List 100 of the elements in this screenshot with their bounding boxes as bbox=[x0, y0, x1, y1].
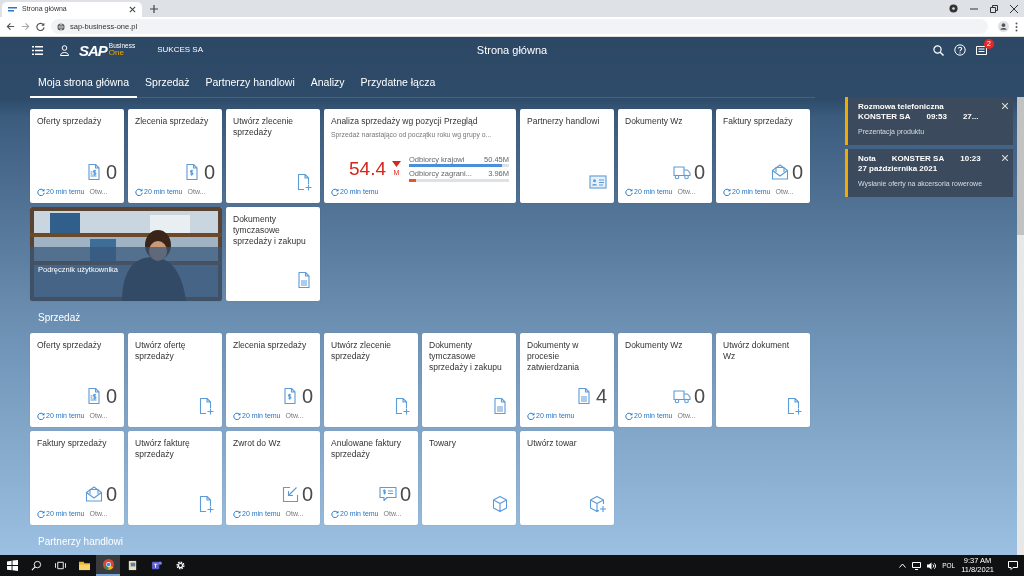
close-button[interactable] bbox=[1002, 153, 1008, 162]
tile-title: Zwrot do Wz bbox=[233, 438, 282, 450]
tile-count: 4 bbox=[595, 385, 607, 406]
new-tab-icon[interactable] bbox=[150, 5, 158, 13]
back-icon[interactable] bbox=[6, 22, 15, 31]
notification-center-icon[interactable] bbox=[1008, 561, 1018, 570]
page-icon bbox=[8, 6, 17, 13]
tile-title: Faktury sprzedaży bbox=[37, 438, 108, 450]
notification-date: 27 października 2021 bbox=[858, 164, 938, 175]
menu-icon[interactable] bbox=[32, 45, 43, 55]
refresh-icon bbox=[37, 509, 45, 518]
close-icon bbox=[1002, 154, 1008, 161]
notification-time: 10:23 bbox=[960, 154, 981, 165]
refresh-icon bbox=[37, 411, 45, 420]
tile-title: Anulowane faktury sprzedaży bbox=[331, 438, 402, 461]
tile[interactable]: Partnerzy handlowi bbox=[520, 109, 614, 203]
tile-count: 0 bbox=[791, 161, 803, 182]
settings-icon[interactable] bbox=[174, 560, 186, 571]
nav-tab[interactable]: Partnerzy handlowi bbox=[197, 69, 303, 98]
tile[interactable]: Utwórz towar bbox=[520, 431, 614, 525]
id-card-icon bbox=[589, 173, 607, 191]
tile-count: 0 bbox=[105, 385, 117, 406]
section-title: Partnerzy handlowi bbox=[38, 536, 125, 548]
refresh-icon bbox=[233, 411, 241, 420]
reload-icon[interactable] bbox=[36, 22, 45, 31]
refresh-icon bbox=[37, 187, 45, 196]
help-icon[interactable] bbox=[954, 44, 966, 56]
tile-title: Analiza sprzedaży wg pozycji Przegląd bbox=[331, 116, 479, 128]
refresh-icon bbox=[331, 509, 339, 518]
tile-title: Oferty sprzedaży bbox=[37, 340, 103, 352]
tile-title: Utwórz zlecenie sprzedaży bbox=[233, 116, 294, 139]
chevron-up-icon[interactable] bbox=[899, 563, 907, 568]
tile-title: Dokumenty Wz bbox=[625, 340, 684, 352]
document-icon bbox=[295, 271, 313, 289]
tile-count: 0 bbox=[693, 161, 705, 182]
search-icon[interactable] bbox=[30, 560, 42, 571]
notification-company: KONSTER SA bbox=[858, 112, 911, 123]
tile[interactable]: Dokumenty tymczasowe sprzedaży i zakupu bbox=[422, 333, 516, 427]
notification-company: KONSTER SA bbox=[891, 154, 945, 165]
profile-icon[interactable] bbox=[998, 21, 1009, 32]
record-icon[interactable] bbox=[949, 4, 958, 13]
nav-tab[interactable]: Sprzedaż bbox=[137, 69, 198, 98]
windows-icon[interactable] bbox=[6, 560, 18, 571]
tile-title: Oferty sprzedaży bbox=[37, 116, 103, 128]
tile-count: 0 bbox=[203, 161, 215, 182]
tile-title: Utwórz dokument Wz bbox=[723, 340, 791, 363]
tile[interactable]: Utwórz zlecenie sprzedaży bbox=[324, 333, 418, 427]
tile-title: Zlecenia sprzedaży bbox=[233, 340, 308, 352]
tile-title: Dokumenty tymczasowe sprzedaży i zakupu bbox=[233, 214, 307, 248]
tile[interactable]: Towary bbox=[422, 431, 516, 525]
user-icon[interactable] bbox=[60, 44, 69, 56]
document-icon[interactable] bbox=[126, 560, 138, 571]
tile-title: Zlecenia sprzedaży bbox=[135, 116, 210, 128]
notification-title: Nota bbox=[858, 154, 876, 165]
tile[interactable]: Dokumenty tymczasowe sprzedaży i zakupu bbox=[226, 207, 320, 301]
globe-icon bbox=[57, 22, 65, 31]
notification-title: Rozmowa telefoniczna bbox=[858, 102, 944, 113]
tile-count: 0 bbox=[399, 483, 411, 504]
folder-icon[interactable] bbox=[78, 560, 90, 571]
search-icon[interactable] bbox=[933, 44, 944, 56]
cube-plus-icon bbox=[589, 495, 607, 513]
tile-title: Utwórz towar bbox=[527, 438, 578, 450]
tile[interactable]: Utwórz zlecenie sprzedaży bbox=[226, 109, 320, 203]
notifications-icon bbox=[976, 45, 987, 55]
nav-tab[interactable]: Analizy bbox=[302, 69, 353, 98]
chat-app-icon[interactable] bbox=[150, 560, 162, 571]
close-icon[interactable] bbox=[1010, 4, 1018, 13]
nav-tab[interactable]: Moja strona główna bbox=[30, 69, 138, 98]
refresh-icon bbox=[527, 411, 535, 420]
network-icon[interactable] bbox=[912, 561, 922, 570]
task-view-icon[interactable] bbox=[54, 560, 66, 571]
close-button[interactable] bbox=[1002, 101, 1008, 110]
restore-icon[interactable] bbox=[990, 4, 998, 13]
browser-icon[interactable] bbox=[102, 559, 114, 570]
tile-count: 0 bbox=[301, 483, 313, 504]
page-title: Strona główna bbox=[476, 43, 548, 56]
company-name: SUKCES SA bbox=[157, 44, 203, 56]
tile-count: 0 bbox=[105, 161, 117, 182]
more-icon[interactable] bbox=[1015, 21, 1018, 32]
document-plus-icon bbox=[393, 397, 411, 415]
tile-count: 0 bbox=[105, 483, 117, 504]
section-title: Sprzedaż bbox=[38, 312, 82, 324]
envelope-icon bbox=[770, 162, 789, 181]
tile[interactable]: Utwórz dokument Wz bbox=[716, 333, 810, 427]
tile-title: Dokumenty w procesie zatwierdzania bbox=[527, 340, 580, 374]
tile[interactable]: Utwórz fakturę sprzedaży bbox=[128, 431, 222, 525]
close-icon[interactable] bbox=[129, 6, 136, 13]
nav-tab[interactable]: Przydatne łącza bbox=[352, 69, 444, 98]
volume-icon[interactable] bbox=[927, 561, 937, 570]
document-icon bbox=[491, 397, 509, 415]
tile-title: Faktury sprzedaży bbox=[723, 116, 794, 128]
refresh-icon bbox=[331, 187, 339, 196]
speech-bubble-icon bbox=[378, 484, 397, 503]
document-plus-icon bbox=[197, 397, 215, 415]
tile[interactable]: Utwórz ofertę sprzedaży bbox=[128, 333, 222, 427]
tile-title: Utwórz ofertę sprzedaży bbox=[135, 340, 187, 363]
cube-icon bbox=[491, 495, 509, 513]
close-icon bbox=[1002, 102, 1008, 109]
tile-count: 0 bbox=[693, 385, 705, 406]
scrollbar[interactable] bbox=[1017, 97, 1024, 555]
